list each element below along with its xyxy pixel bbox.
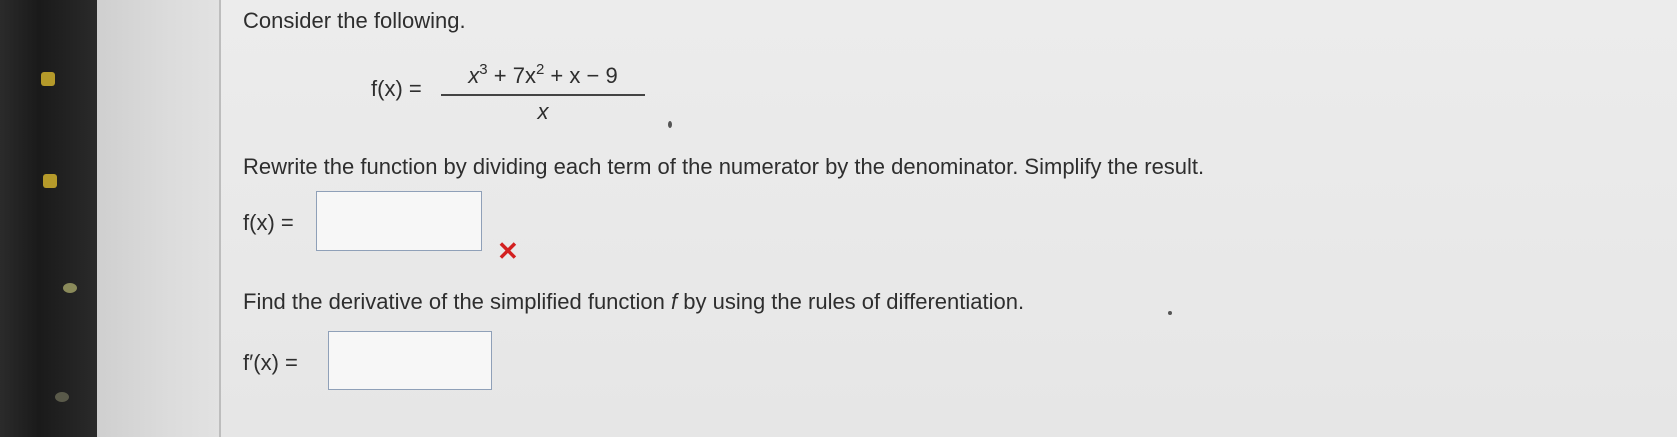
- incorrect-x-icon: ✕: [497, 236, 519, 266]
- screen-speck: [668, 121, 672, 128]
- derivative-input[interactable]: [328, 331, 492, 390]
- screen-bezel: [0, 0, 97, 437]
- side-icon: [41, 72, 55, 86]
- fraction-numerator: x3 + 7x2 + x − 9: [468, 61, 618, 88]
- answer-1-label: f(x) =: [243, 210, 294, 235]
- fraction-denominator: x: [537, 99, 549, 124]
- left-margin: [41, 0, 220, 437]
- instruction-derivative: Find the derivative of the simplified fu…: [243, 289, 1025, 314]
- simplified-function-input[interactable]: [316, 191, 482, 251]
- instruction-rewrite: Rewrite the function by dividing each te…: [243, 154, 1205, 179]
- side-icon: [43, 174, 57, 188]
- side-icon: [55, 392, 69, 402]
- function-label: f(x) =: [371, 76, 422, 101]
- problem-intro: Consider the following.: [243, 8, 466, 33]
- function-fraction: x3 + 7x2 + x − 9 x: [441, 60, 645, 126]
- fraction-bar: [441, 94, 645, 96]
- answer-2-label: f′(x) =: [243, 350, 298, 375]
- screen-speck: [1168, 311, 1172, 315]
- side-icon: [63, 283, 77, 293]
